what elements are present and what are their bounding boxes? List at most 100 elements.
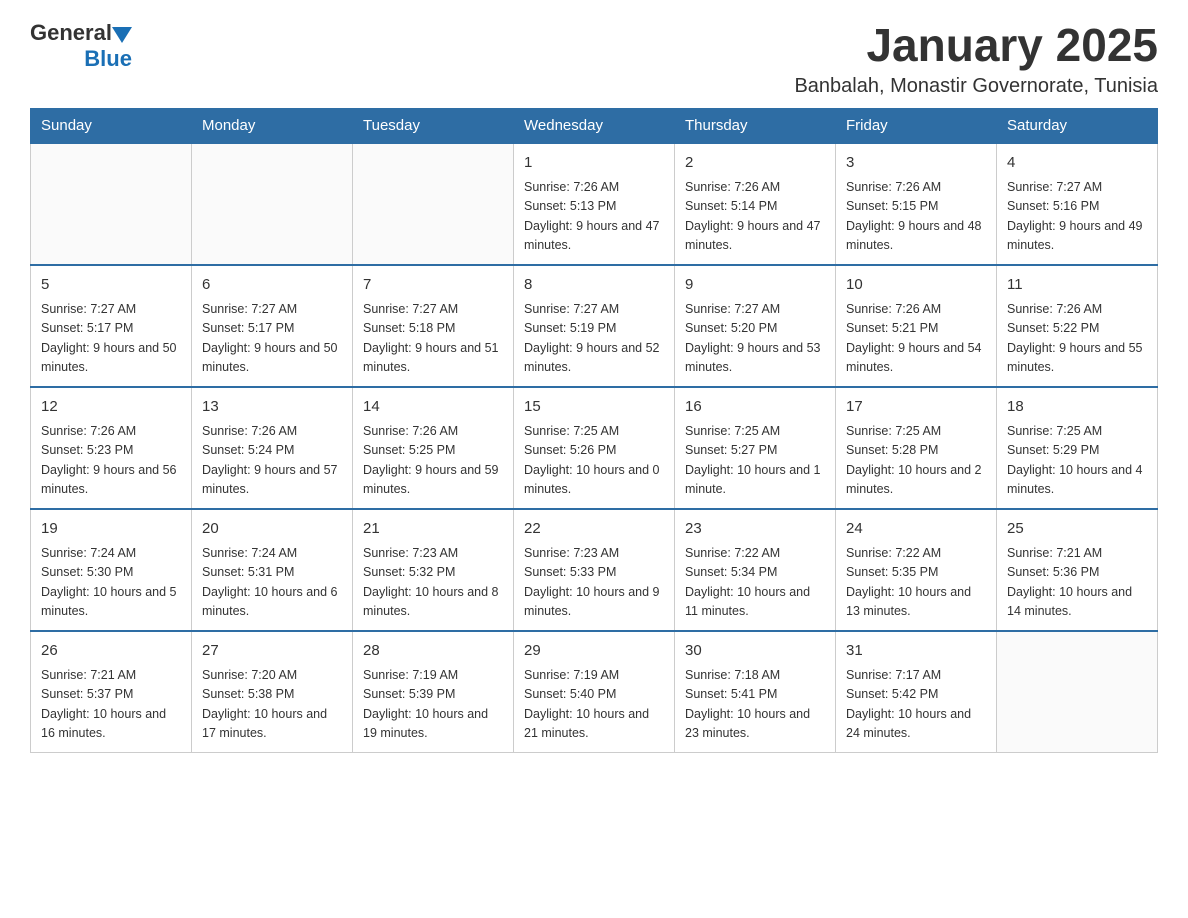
day-number: 21 bbox=[363, 518, 503, 541]
header-tuesday: Tuesday bbox=[353, 108, 514, 143]
logo: General Blue bbox=[30, 20, 132, 72]
day-number: 3 bbox=[846, 152, 986, 175]
calendar-cell: 26Sunrise: 7:21 AM Sunset: 5:37 PM Dayli… bbox=[31, 631, 192, 753]
day-info: Sunrise: 7:18 AM Sunset: 5:41 PM Dayligh… bbox=[685, 666, 825, 744]
day-number: 5 bbox=[41, 274, 181, 297]
day-number: 24 bbox=[846, 518, 986, 541]
day-info: Sunrise: 7:23 AM Sunset: 5:33 PM Dayligh… bbox=[524, 544, 664, 622]
day-info: Sunrise: 7:26 AM Sunset: 5:23 PM Dayligh… bbox=[41, 422, 181, 500]
calendar-cell: 29 Sunrise: 7:19 AM Sunset: 5:40 PM Dayli… bbox=[514, 631, 675, 753]
day-info: Sunrise: 7:25 AM Sunset: 5:28 PM Dayligh… bbox=[846, 422, 986, 500]
calendar-subtitle: Banbalah, Monastir Governorate, Tunisia bbox=[794, 75, 1158, 98]
day-info: Sunrise: 7:27 AM Sunset: 5:19 PM Dayligh… bbox=[524, 300, 664, 378]
calendar-cell: 22 Sunrise: 7:23 AM Sunset: 5:33 PM Dayli… bbox=[514, 509, 675, 631]
day-info: Sunrise: 7:27 AM Sunset: 5:17 PM Dayligh… bbox=[202, 300, 342, 378]
calendar-cell: 18 Sunrise: 7:25 AM Sunset: 5:29 PM Dayli… bbox=[997, 387, 1158, 509]
calendar-cell: 25Sunrise: 7:21 AM Sunset: 5:36 PM Dayli… bbox=[997, 509, 1158, 631]
day-number: 1 bbox=[524, 152, 664, 175]
logo-triangle-icon bbox=[112, 27, 132, 43]
calendar-cell: 14 Sunrise: 7:26 AM Sunset: 5:25 PM Dayli… bbox=[353, 387, 514, 509]
day-info: Sunrise: 7:26 AM Sunset: 5:21 PM Dayligh… bbox=[846, 300, 986, 378]
day-info: Sunrise: 7:27 AM Sunset: 5:20 PM Dayligh… bbox=[685, 300, 825, 378]
header-saturday: Saturday bbox=[997, 108, 1158, 143]
calendar-cell: 15Sunrise: 7:25 AM Sunset: 5:26 PM Dayli… bbox=[514, 387, 675, 509]
calendar-cell: 31 Sunrise: 7:17 AM Sunset: 5:42 PM Dayli… bbox=[836, 631, 997, 753]
day-number: 28 bbox=[363, 640, 503, 663]
day-number: 23 bbox=[685, 518, 825, 541]
day-info: Sunrise: 7:17 AM Sunset: 5:42 PM Dayligh… bbox=[846, 666, 986, 744]
day-info: Sunrise: 7:24 AM Sunset: 5:31 PM Dayligh… bbox=[202, 544, 342, 622]
day-number: 6 bbox=[202, 274, 342, 297]
day-number: 27 bbox=[202, 640, 342, 663]
day-info: Sunrise: 7:26 AM Sunset: 5:15 PM Dayligh… bbox=[846, 178, 986, 256]
day-number: 8 bbox=[524, 274, 664, 297]
day-number: 19 bbox=[41, 518, 181, 541]
day-info: Sunrise: 7:23 AM Sunset: 5:32 PM Dayligh… bbox=[363, 544, 503, 622]
calendar-week-2: 5 Sunrise: 7:27 AM Sunset: 5:17 PM Daylig… bbox=[31, 265, 1158, 387]
day-number: 25 bbox=[1007, 518, 1147, 541]
day-number: 17 bbox=[846, 396, 986, 419]
calendar-cell bbox=[192, 143, 353, 265]
day-number: 12 bbox=[41, 396, 181, 419]
calendar-cell bbox=[997, 631, 1158, 753]
calendar-cell: 13 Sunrise: 7:26 AM Sunset: 5:24 PM Dayli… bbox=[192, 387, 353, 509]
day-info: Sunrise: 7:26 AM Sunset: 5:25 PM Dayligh… bbox=[363, 422, 503, 500]
day-info: Sunrise: 7:27 AM Sunset: 5:16 PM Dayligh… bbox=[1007, 178, 1147, 256]
calendar-cell: 30 Sunrise: 7:18 AM Sunset: 5:41 PM Dayli… bbox=[675, 631, 836, 753]
calendar-cell: 11 Sunrise: 7:26 AM Sunset: 5:22 PM Dayli… bbox=[997, 265, 1158, 387]
day-number: 4 bbox=[1007, 152, 1147, 175]
day-number: 29 bbox=[524, 640, 664, 663]
calendar-cell: 23 Sunrise: 7:22 AM Sunset: 5:34 PM Dayli… bbox=[675, 509, 836, 631]
calendar-cell: 19 Sunrise: 7:24 AM Sunset: 5:30 PM Dayli… bbox=[31, 509, 192, 631]
day-number: 9 bbox=[685, 274, 825, 297]
calendar-cell: 7Sunrise: 7:27 AM Sunset: 5:18 PM Daylig… bbox=[353, 265, 514, 387]
day-number: 26 bbox=[41, 640, 181, 663]
calendar-cell: 4 Sunrise: 7:27 AM Sunset: 5:16 PM Daylig… bbox=[997, 143, 1158, 265]
calendar-week-3: 12 Sunrise: 7:26 AM Sunset: 5:23 PM Dayli… bbox=[31, 387, 1158, 509]
day-number: 2 bbox=[685, 152, 825, 175]
calendar-week-5: 26Sunrise: 7:21 AM Sunset: 5:37 PM Dayli… bbox=[31, 631, 1158, 753]
calendar-title: January 2025 bbox=[794, 20, 1158, 71]
calendar-table: SundayMondayTuesdayWednesdayThursdayFrid… bbox=[30, 108, 1158, 753]
day-info: Sunrise: 7:20 AM Sunset: 5:38 PM Dayligh… bbox=[202, 666, 342, 744]
day-info: Sunrise: 7:19 AM Sunset: 5:39 PM Dayligh… bbox=[363, 666, 503, 744]
calendar-week-4: 19 Sunrise: 7:24 AM Sunset: 5:30 PM Dayli… bbox=[31, 509, 1158, 631]
day-info: Sunrise: 7:19 AM Sunset: 5:40 PM Dayligh… bbox=[524, 666, 664, 744]
calendar-cell: 16Sunrise: 7:25 AM Sunset: 5:27 PM Dayli… bbox=[675, 387, 836, 509]
day-info: Sunrise: 7:22 AM Sunset: 5:34 PM Dayligh… bbox=[685, 544, 825, 622]
calendar-cell bbox=[353, 143, 514, 265]
day-number: 22 bbox=[524, 518, 664, 541]
day-number: 15 bbox=[524, 396, 664, 419]
header-friday: Friday bbox=[836, 108, 997, 143]
calendar-cell: 5 Sunrise: 7:27 AM Sunset: 5:17 PM Daylig… bbox=[31, 265, 192, 387]
calendar-cell: 9 Sunrise: 7:27 AM Sunset: 5:20 PM Daylig… bbox=[675, 265, 836, 387]
day-info: Sunrise: 7:24 AM Sunset: 5:30 PM Dayligh… bbox=[41, 544, 181, 622]
day-info: Sunrise: 7:25 AM Sunset: 5:29 PM Dayligh… bbox=[1007, 422, 1147, 500]
calendar-cell: 28 Sunrise: 7:19 AM Sunset: 5:39 PM Dayli… bbox=[353, 631, 514, 753]
header-monday: Monday bbox=[192, 108, 353, 143]
calendar-cell: 17 Sunrise: 7:25 AM Sunset: 5:28 PM Dayli… bbox=[836, 387, 997, 509]
day-number: 31 bbox=[846, 640, 986, 663]
day-info: Sunrise: 7:26 AM Sunset: 5:24 PM Dayligh… bbox=[202, 422, 342, 500]
calendar-cell: 8 Sunrise: 7:27 AM Sunset: 5:19 PM Daylig… bbox=[514, 265, 675, 387]
day-info: Sunrise: 7:26 AM Sunset: 5:14 PM Dayligh… bbox=[685, 178, 825, 256]
day-number: 14 bbox=[363, 396, 503, 419]
day-info: Sunrise: 7:27 AM Sunset: 5:18 PM Dayligh… bbox=[363, 300, 503, 378]
day-info: Sunrise: 7:26 AM Sunset: 5:22 PM Dayligh… bbox=[1007, 300, 1147, 378]
day-info: Sunrise: 7:27 AM Sunset: 5:17 PM Dayligh… bbox=[41, 300, 181, 378]
logo-general-text: General bbox=[30, 20, 112, 46]
day-info: Sunrise: 7:25 AM Sunset: 5:27 PM Dayligh… bbox=[685, 422, 825, 500]
day-number: 30 bbox=[685, 640, 825, 663]
day-number: 18 bbox=[1007, 396, 1147, 419]
calendar-cell: 20 Sunrise: 7:24 AM Sunset: 5:31 PM Dayli… bbox=[192, 509, 353, 631]
day-number: 10 bbox=[846, 274, 986, 297]
day-number: 20 bbox=[202, 518, 342, 541]
header-sunday: Sunday bbox=[31, 108, 192, 143]
calendar-cell: 12 Sunrise: 7:26 AM Sunset: 5:23 PM Dayli… bbox=[31, 387, 192, 509]
calendar-cell: 27 Sunrise: 7:20 AM Sunset: 5:38 PM Dayli… bbox=[192, 631, 353, 753]
day-number: 13 bbox=[202, 396, 342, 419]
calendar-cell: 24Sunrise: 7:22 AM Sunset: 5:35 PM Dayli… bbox=[836, 509, 997, 631]
calendar-week-1: 1Sunrise: 7:26 AM Sunset: 5:13 PM Daylig… bbox=[31, 143, 1158, 265]
day-number: 11 bbox=[1007, 274, 1147, 297]
calendar-cell: 3 Sunrise: 7:26 AM Sunset: 5:15 PM Daylig… bbox=[836, 143, 997, 265]
